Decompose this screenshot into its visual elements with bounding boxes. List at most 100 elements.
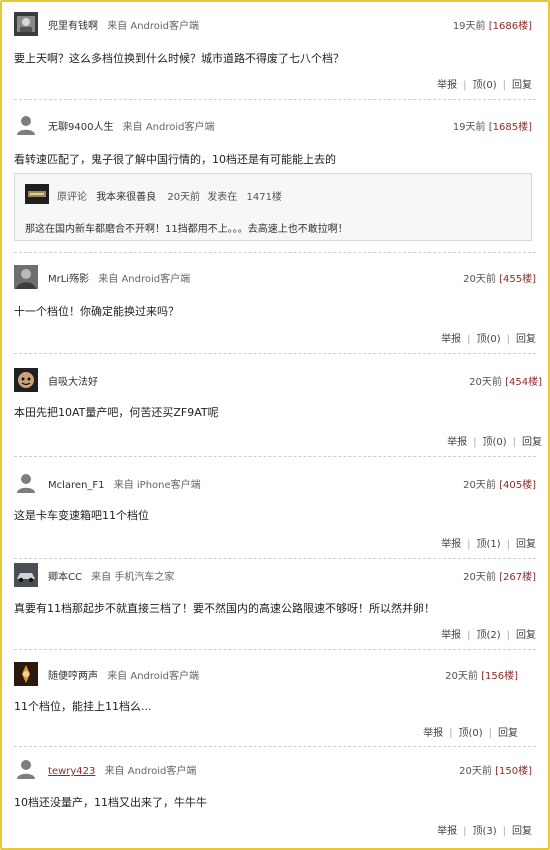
username[interactable]: 随便哼两声: [48, 671, 98, 682]
comment-item: 自吸大法好 20天前 [454楼] 本田先把10AT量产吧，何苦还买ZF9AT呢…: [14, 368, 542, 457]
quote-username[interactable]: 我本来很善良: [96, 192, 156, 203]
floor-number[interactable]: [1686楼]: [489, 21, 532, 32]
comment-actions: 举报 | 顶(0) | 回复: [447, 433, 542, 448]
report-button[interactable]: 举报: [423, 728, 443, 739]
timestamp: 19天前: [452, 122, 486, 133]
separator: |: [512, 437, 516, 448]
avatar[interactable]: [14, 757, 38, 781]
comment-text: 要上天啊？这么多档位换到什么时候？城市道路不得废了七八个档？: [14, 52, 344, 65]
upvote-button[interactable]: 顶(1): [476, 539, 500, 550]
upvote-button[interactable]: 顶(3): [472, 826, 496, 837]
report-button[interactable]: 举报: [437, 80, 457, 91]
comment-text: 看转速匹配了，鬼子很了解中国行情的，10档还是有可能能上去的: [14, 153, 336, 166]
floor-number[interactable]: [1685楼]: [489, 122, 532, 133]
comment-header: 无聊9400人生 来自 Android客户端 19天前 [1685楼]: [14, 113, 536, 137]
avatar[interactable]: [14, 563, 38, 587]
comment-time: 19天前 [1686楼]: [453, 17, 532, 32]
floor-number[interactable]: [156楼]: [481, 671, 518, 682]
timestamp: 20天前: [459, 766, 492, 777]
comment-actions: 举报 | 顶(1) | 回复: [441, 535, 536, 550]
comment-actions: 举报 | 顶(0) | 回复: [441, 330, 536, 345]
username[interactable]: Mclaren_F1: [48, 480, 105, 491]
comment-header: Mclaren_F1 来自 iPhone客户端 20天前 [405楼]: [14, 471, 536, 495]
source-label: 来自 Android客户端: [107, 21, 200, 32]
separator: |: [463, 80, 467, 91]
reply-button[interactable]: 回复: [512, 80, 532, 91]
upvote-button[interactable]: 顶(2): [476, 630, 500, 641]
upvote-button[interactable]: 顶(0): [482, 437, 506, 448]
divider: [14, 353, 536, 354]
avatar[interactable]: [14, 662, 38, 686]
quote-floor[interactable]: 1471楼: [246, 192, 281, 203]
upvote-button[interactable]: 顶(0): [458, 728, 482, 739]
default-user-icon: [17, 116, 35, 135]
comment-actions: 举报 | 顶(2) | 回复: [441, 626, 536, 641]
comment-header: 兜里有钱啊 来自 Android客户端 19天前 [1686楼]: [14, 12, 536, 36]
divider: [14, 649, 536, 650]
reply-button[interactable]: 回复: [512, 826, 532, 837]
profile-photo-icon: [14, 12, 38, 36]
comment-time: 20天前 [156楼]: [445, 667, 518, 682]
floor-number-text: 1685楼: [492, 122, 529, 133]
floor-number[interactable]: [455楼]: [499, 274, 536, 285]
avatar[interactable]: [14, 368, 38, 392]
comment-meta: MrLi殇影 来自 Android客户端: [48, 270, 190, 285]
floor-number[interactable]: [405楼]: [499, 480, 536, 491]
comment-item: MrLi殇影 来自 Android客户端 20天前 [455楼] 十一个档位！你…: [14, 265, 536, 354]
avatar[interactable]: [14, 471, 38, 495]
floor-number[interactable]: [267楼]: [499, 572, 536, 583]
floor-number-text: 454楼: [509, 377, 539, 388]
comment-text: 真要有11档那起步不就直接三档了！要不然国内的高速公路限速不够呀！所以然并卵！: [14, 602, 435, 615]
report-button[interactable]: 举报: [447, 437, 467, 448]
timestamp: 20天前: [469, 377, 502, 388]
separator: |: [506, 630, 510, 641]
report-button[interactable]: 举报: [437, 826, 457, 837]
separator: |: [502, 80, 506, 91]
report-button[interactable]: 举报: [441, 539, 461, 550]
comment-header: 卿本CC 来自 手机汽车之家 20天前 [267楼]: [14, 563, 536, 587]
quoted-comment: 原评论 我本来很善良 20天前 发表在 1471楼 那这在国内新车都磨合不开啊！…: [14, 173, 532, 241]
comment-time: 20天前 [150楼]: [459, 762, 532, 777]
reply-button[interactable]: 回复: [498, 728, 518, 739]
quote-time: 20天前: [167, 192, 201, 203]
separator: |: [506, 539, 510, 550]
avatar[interactable]: [14, 12, 38, 36]
reply-button[interactable]: 回复: [516, 539, 536, 550]
username[interactable]: 兜里有钱啊: [48, 21, 98, 32]
separator: |: [463, 826, 467, 837]
divider: [14, 456, 536, 457]
quote-meta: 原评论 我本来很善良 20天前 发表在 1471楼: [57, 188, 282, 203]
comment-item: 无聊9400人生 来自 Android客户端 19天前 [1685楼] 看转速匹…: [14, 113, 536, 253]
username[interactable]: MrLi殇影: [48, 274, 89, 285]
comment-actions: 举报 | 顶(0) | 回复: [423, 724, 518, 739]
avatar[interactable]: [14, 265, 38, 289]
profile-photo-icon: [14, 563, 38, 587]
comment-header: 随便哼两声 来自 Android客户端 20天前 [156楼]: [14, 662, 536, 686]
comment-meta: Mclaren_F1 来自 iPhone客户端: [48, 476, 201, 491]
timestamp: 20天前: [463, 480, 496, 491]
username[interactable]: 无聊9400人生: [48, 122, 113, 133]
floor-number[interactable]: [454楼]: [505, 377, 542, 388]
comment-time: 20天前 [405楼]: [463, 476, 536, 491]
reply-button[interactable]: 回复: [516, 334, 536, 345]
comment-item: tewry423 来自 Android客户端 20天前 [150楼] 10档还没…: [14, 757, 536, 845]
reply-button[interactable]: 回复: [516, 630, 536, 641]
comment-item: Mclaren_F1 来自 iPhone客户端 20天前 [405楼] 这是卡车…: [14, 471, 536, 559]
comment-header: MrLi殇影 来自 Android客户端 20天前 [455楼]: [14, 265, 536, 289]
upvote-button[interactable]: 顶(0): [472, 80, 496, 91]
quote-label: 原评论: [57, 192, 87, 203]
reply-button[interactable]: 回复: [522, 437, 542, 448]
separator: |: [502, 826, 506, 837]
report-button[interactable]: 举报: [441, 630, 461, 641]
username[interactable]: tewry423: [48, 766, 95, 777]
comment-time: 19天前 [1685楼]: [453, 118, 532, 133]
upvote-button[interactable]: 顶(0): [476, 334, 500, 345]
comment-meta: 自吸大法好: [48, 373, 98, 388]
floor-number[interactable]: [150楼]: [495, 766, 532, 777]
username[interactable]: 自吸大法好: [48, 377, 98, 388]
report-button[interactable]: 举报: [441, 334, 461, 345]
avatar[interactable]: [14, 113, 38, 137]
username[interactable]: 卿本CC: [48, 572, 82, 583]
floor-number-text: 150楼: [499, 766, 529, 777]
timestamp: 20天前: [445, 671, 478, 682]
